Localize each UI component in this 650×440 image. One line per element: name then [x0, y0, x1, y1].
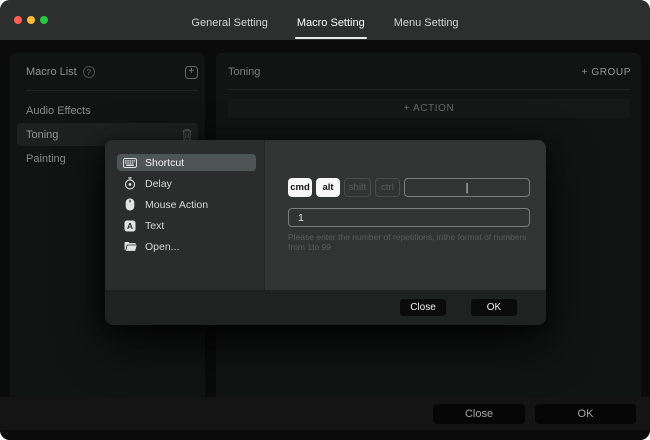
- action-type-label: Shortcut: [145, 157, 184, 169]
- keyboard-icon: [123, 158, 137, 168]
- action-type-open[interactable]: Open...: [117, 238, 256, 255]
- action-type-delay[interactable]: Delay: [117, 175, 256, 192]
- mouse-icon: [123, 198, 137, 211]
- repetitions-input[interactable]: 1: [288, 208, 530, 227]
- tab-menu-setting[interactable]: Menu Setting: [392, 4, 461, 40]
- shortcut-config-pane: cmd alt shift ctrl | 1 Please enter the …: [265, 140, 546, 290]
- cmd-key-button[interactable]: cmd: [288, 178, 312, 197]
- minimize-window-icon[interactable]: [27, 16, 35, 24]
- app-window: General Setting Macro Setting Menu Setti…: [0, 0, 650, 440]
- action-type-list: Shortcut Delay: [105, 140, 265, 290]
- folder-icon: [123, 241, 137, 252]
- action-type-text[interactable]: A Text: [117, 217, 256, 234]
- svg-text:A: A: [127, 221, 133, 231]
- traffic-lights: [14, 16, 48, 24]
- ctrl-key-button[interactable]: ctrl: [375, 178, 400, 197]
- dialog-close-button[interactable]: Close: [400, 299, 446, 316]
- action-type-label: Open...: [145, 241, 179, 253]
- shortcut-key-input[interactable]: |: [404, 178, 530, 197]
- add-action-dialog: Shortcut Delay: [105, 140, 546, 325]
- repetitions-hint: Please enter the number of repetitions, …: [288, 232, 530, 252]
- dialog-ok-button[interactable]: OK: [471, 299, 517, 316]
- dialog-footer: Close OK: [105, 290, 546, 325]
- repetitions-value: 1: [298, 212, 304, 224]
- text-icon: A: [123, 220, 137, 232]
- shortcut-keys-row: cmd alt shift ctrl |: [288, 178, 530, 197]
- settings-tabs: General Setting Macro Setting Menu Setti…: [189, 0, 460, 40]
- close-window-icon[interactable]: [14, 16, 22, 24]
- shift-key-button[interactable]: shift: [344, 178, 371, 197]
- alt-key-button[interactable]: alt: [316, 178, 340, 197]
- tab-macro-setting[interactable]: Macro Setting: [295, 4, 367, 40]
- fullscreen-window-icon[interactable]: [40, 16, 48, 24]
- action-type-label: Mouse Action: [145, 199, 208, 211]
- action-type-label: Delay: [145, 178, 172, 190]
- action-type-mouse-action[interactable]: Mouse Action: [117, 196, 256, 213]
- stopwatch-icon: [123, 177, 137, 190]
- action-type-shortcut[interactable]: Shortcut: [117, 154, 256, 171]
- dialog-body: Shortcut Delay: [105, 140, 546, 290]
- text-cursor: |: [466, 182, 469, 194]
- tab-general-setting[interactable]: General Setting: [189, 4, 269, 40]
- titlebar: General Setting Macro Setting Menu Setti…: [0, 0, 650, 40]
- action-type-label: Text: [145, 220, 164, 232]
